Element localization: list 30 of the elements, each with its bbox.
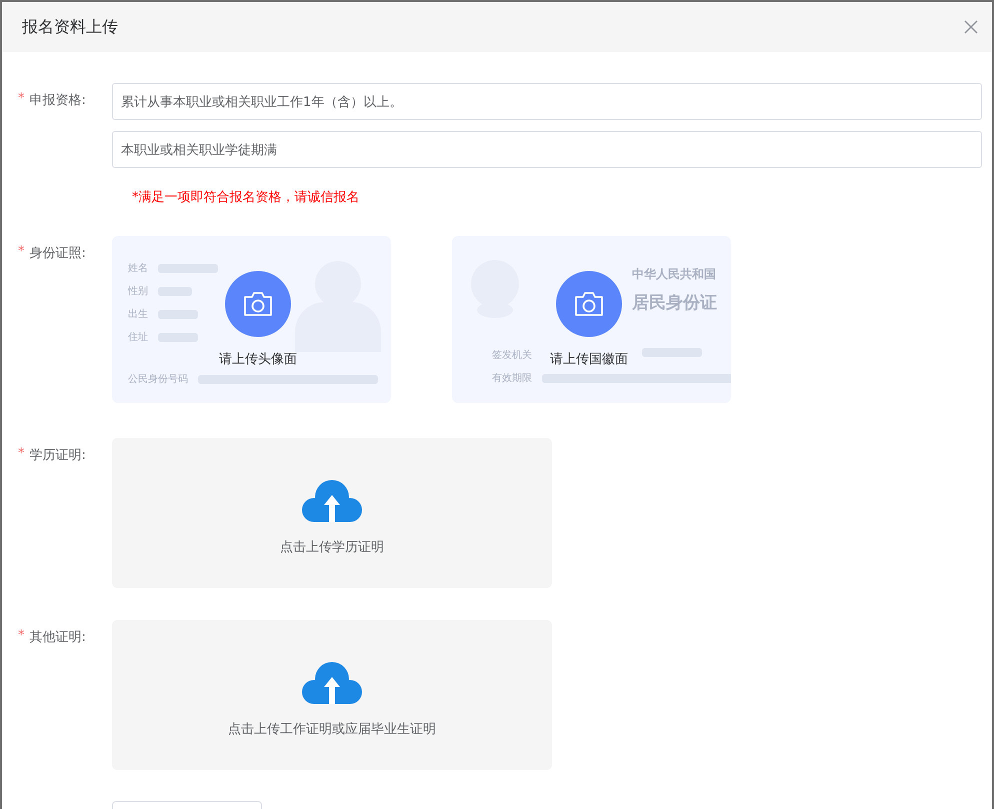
- camera-icon: [574, 291, 604, 317]
- field-label: 住址: [128, 330, 148, 344]
- id-card-upload[interactable]: 姓名 性别 出生 住址 公民身份号码 请上传头像面: [112, 236, 391, 403]
- required-mark: *: [18, 628, 24, 643]
- card-title: 中华人民共和国: [632, 266, 716, 283]
- upload-area[interactable]: 点击上传工作证明或应届毕业生证明: [112, 620, 552, 770]
- required-mark: *: [18, 446, 24, 461]
- field-label: 有效期限: [492, 372, 532, 385]
- card-subtitle: 居民身份证: [632, 292, 717, 314]
- field-label: 公民身份号码: [128, 373, 188, 386]
- field-label: 学历证明:: [30, 447, 86, 464]
- camera-icon: [243, 291, 273, 317]
- required-mark: *: [18, 91, 24, 106]
- field-label: 申报资格:: [30, 92, 86, 109]
- cloud-upload-icon: [302, 480, 362, 522]
- close-icon[interactable]: [964, 20, 978, 34]
- field-label: 身份证照:: [30, 245, 86, 262]
- field-label: 其他证明:: [30, 629, 86, 646]
- field-label: 性别: [128, 284, 148, 298]
- id-card-upload[interactable]: 中华人民共和国 居民身份证 签发机关 有效期限 请上传国徽面: [452, 236, 731, 403]
- hint-text: *满足一项即符合报名资格，请诚信报名: [131, 189, 360, 206]
- required-mark: *: [18, 244, 24, 259]
- input-field[interactable]: 本职业或相关职业学徒期满: [112, 131, 982, 168]
- input-field[interactable]: 累计从事本职业或相关职业工作1年（含）以上。: [112, 83, 982, 120]
- field-label: 出生: [128, 308, 148, 321]
- cloud-upload-icon: [302, 662, 362, 704]
- field-label: 姓名: [128, 262, 148, 275]
- field-label: 签发机关: [492, 348, 532, 362]
- dialog-title: 报名资料上传: [22, 16, 118, 38]
- upload-area[interactable]: 点击上传学历证明: [112, 438, 552, 588]
